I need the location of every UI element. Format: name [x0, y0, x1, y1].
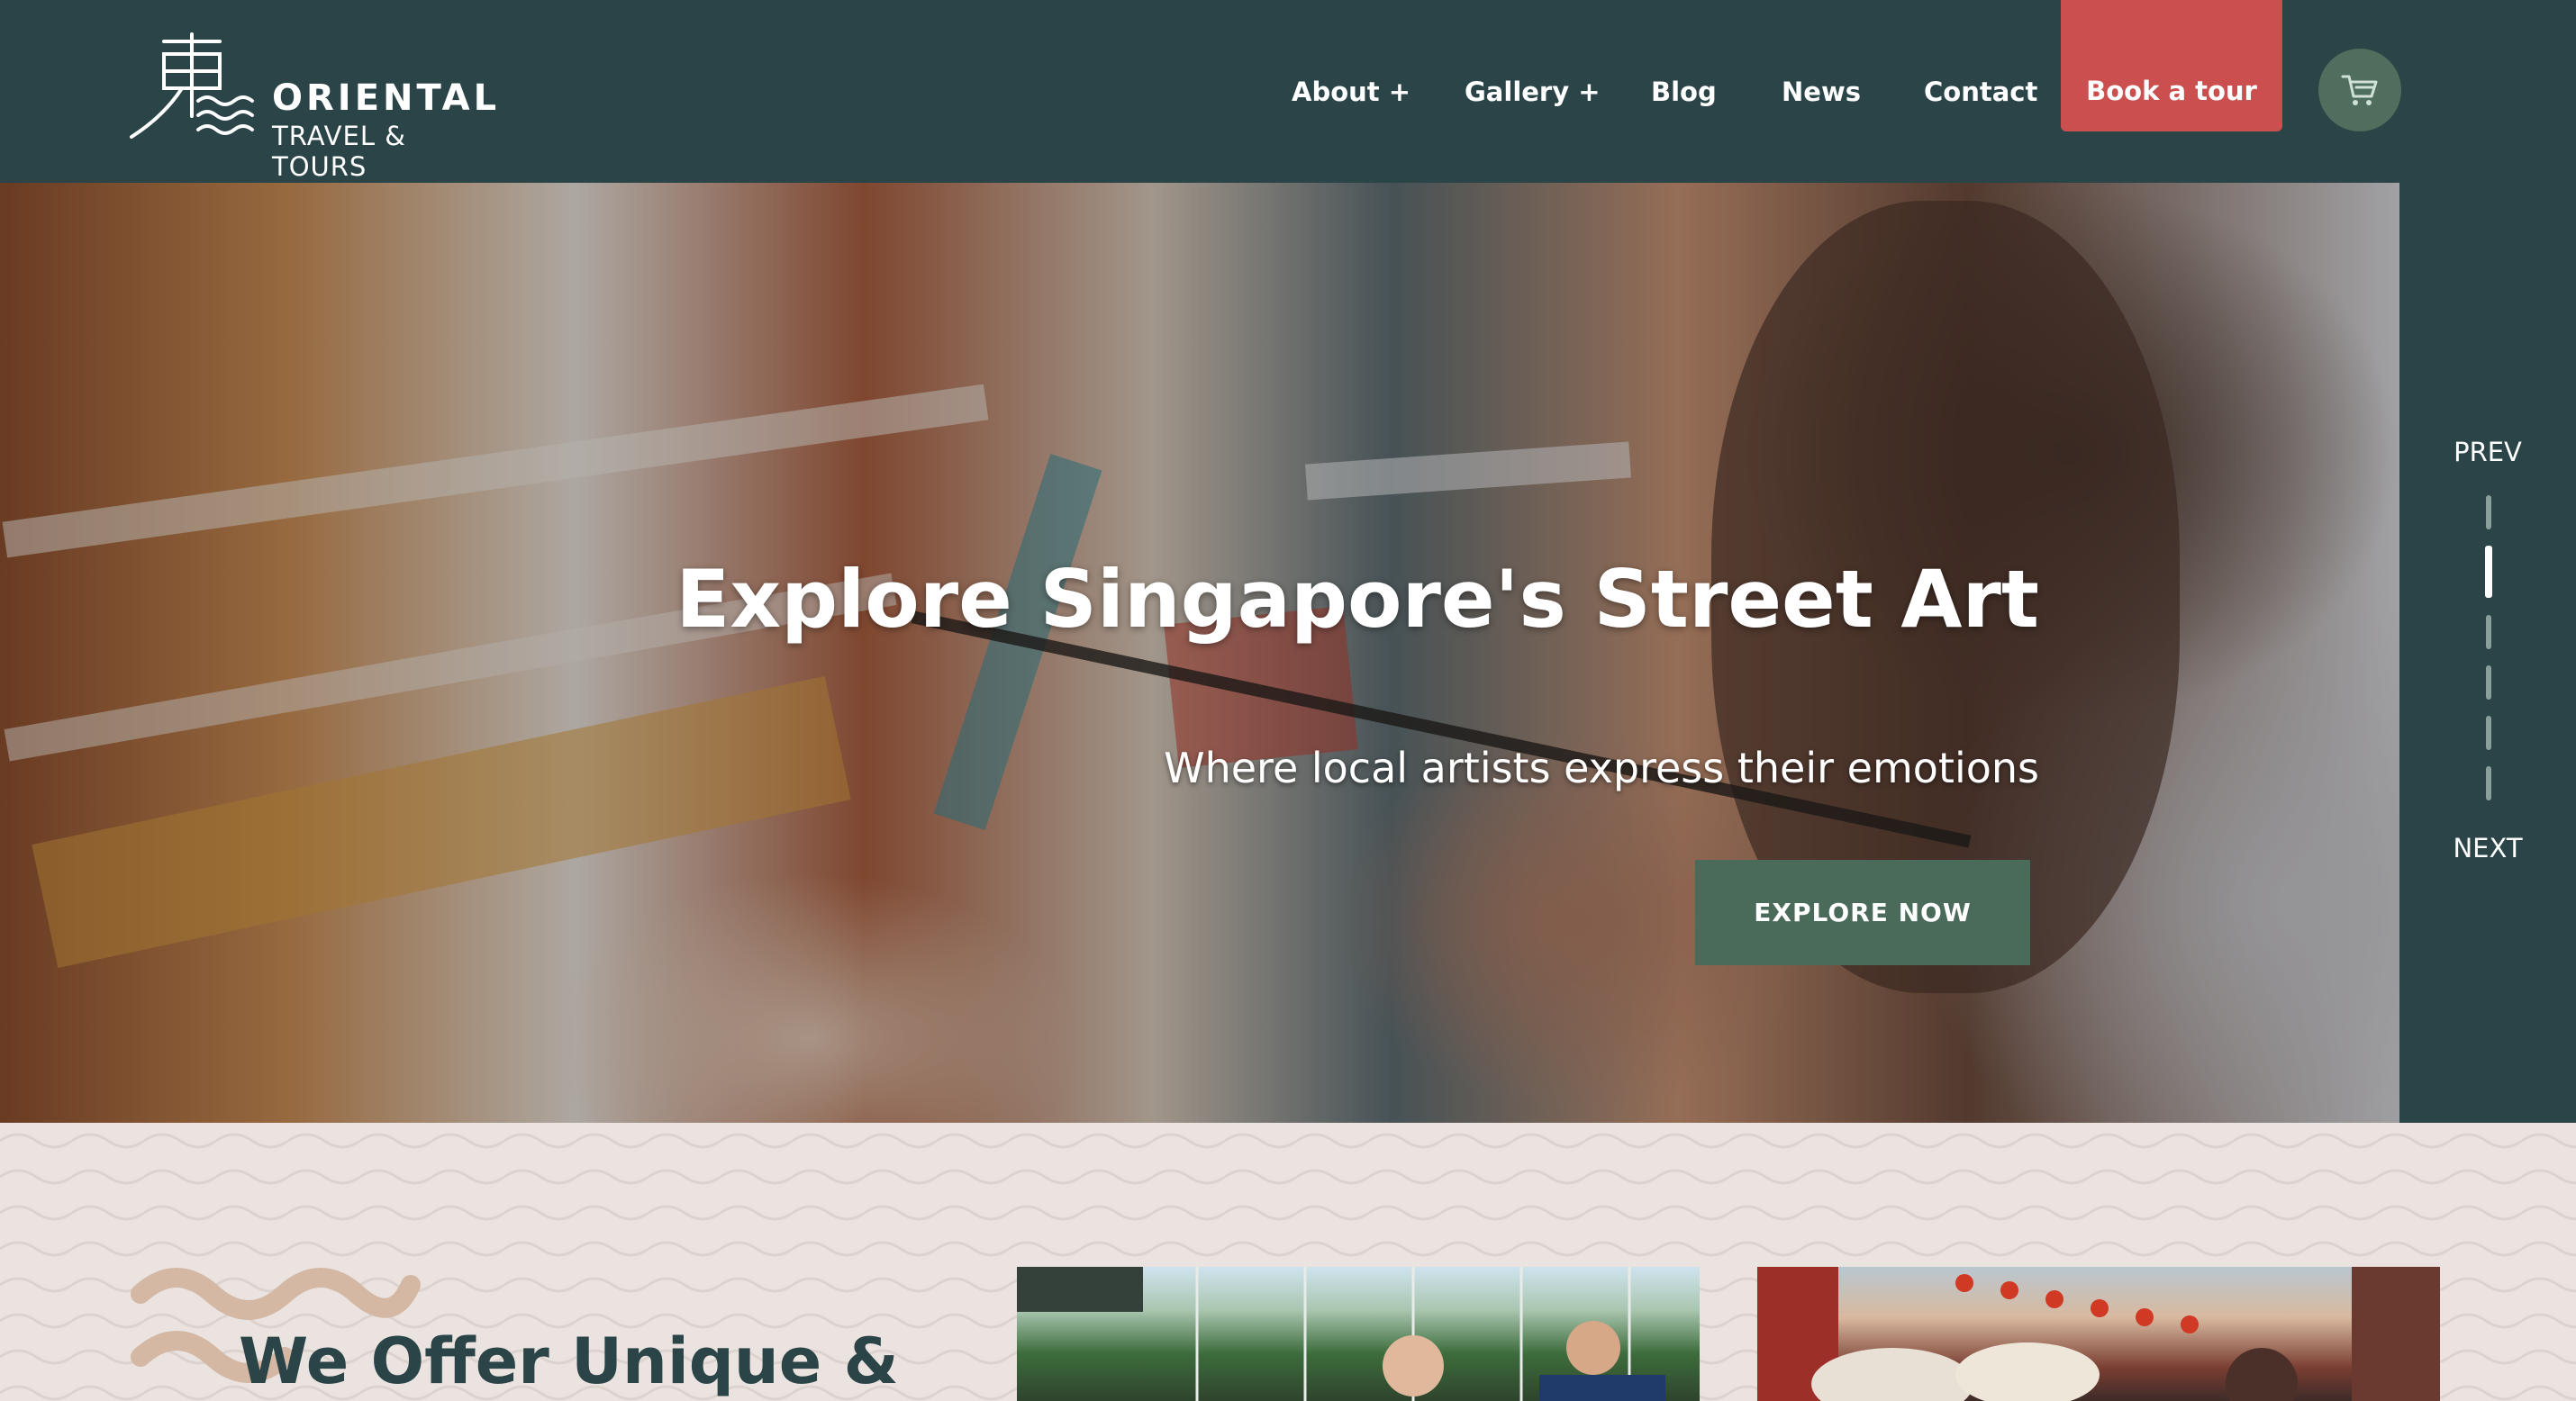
- slide-indicator[interactable]: [2486, 615, 2491, 649]
- photo-detail: [1757, 1267, 2440, 1401]
- slider-controls: PREV NEXT: [2399, 183, 2576, 1123]
- offers-section: We Offer Unique &: [0, 1123, 2576, 1401]
- next-slide-button[interactable]: NEXT: [2399, 833, 2576, 863]
- nav-item-blog[interactable]: Blog: [1651, 65, 1717, 119]
- brand-logo[interactable]: ORIENTAL TRAVEL & TOURS: [128, 31, 506, 182]
- nav-item-contact[interactable]: Contact: [1924, 65, 2037, 119]
- cart-icon: [2341, 75, 2378, 105]
- tour-photo-bird-singing[interactable]: [1017, 1267, 1700, 1401]
- nav-item-gallery[interactable]: Gallery +: [1465, 65, 1601, 119]
- section-title: We Offer Unique &: [239, 1324, 899, 1398]
- hero-slide[interactable]: Explore Singapore's Street Art Where loc…: [0, 183, 2399, 1123]
- book-tour-button[interactable]: Book a tour: [2061, 0, 2282, 131]
- slide-indicator[interactable]: [2486, 766, 2491, 800]
- site-header: ORIENTAL TRAVEL & TOURS About + Gallery …: [0, 0, 2576, 183]
- cart-button[interactable]: [2318, 49, 2401, 131]
- slide-indicator[interactable]: [2486, 665, 2491, 700]
- hero-overlay: [0, 183, 2399, 1123]
- photo-detail: [1017, 1267, 1665, 1401]
- nav-item-news[interactable]: News: [1782, 65, 1861, 119]
- brand-mark-icon: [130, 32, 254, 139]
- slide-indicator[interactable]: [2486, 716, 2491, 750]
- prev-slide-button[interactable]: PREV: [2399, 437, 2576, 467]
- hero-subtitle: Where local artists express their emotio…: [1164, 744, 2039, 792]
- hero-title: Explore Singapore's Street Art: [676, 553, 2039, 646]
- brand-wordmark: ORIENTAL TRAVEL & TOURS: [272, 76, 506, 182]
- brand-name-top: ORIENTAL: [272, 77, 501, 119]
- slide-indicator[interactable]: [2486, 495, 2491, 529]
- brand-name-bottom: TRAVEL & TOURS: [272, 121, 406, 182]
- tour-photo-chinatown[interactable]: [1757, 1267, 2440, 1401]
- slide-indicator-active[interactable]: [2485, 546, 2492, 598]
- explore-now-button[interactable]: EXPLORE NOW: [1695, 860, 2030, 965]
- nav-item-about[interactable]: About +: [1292, 65, 1410, 119]
